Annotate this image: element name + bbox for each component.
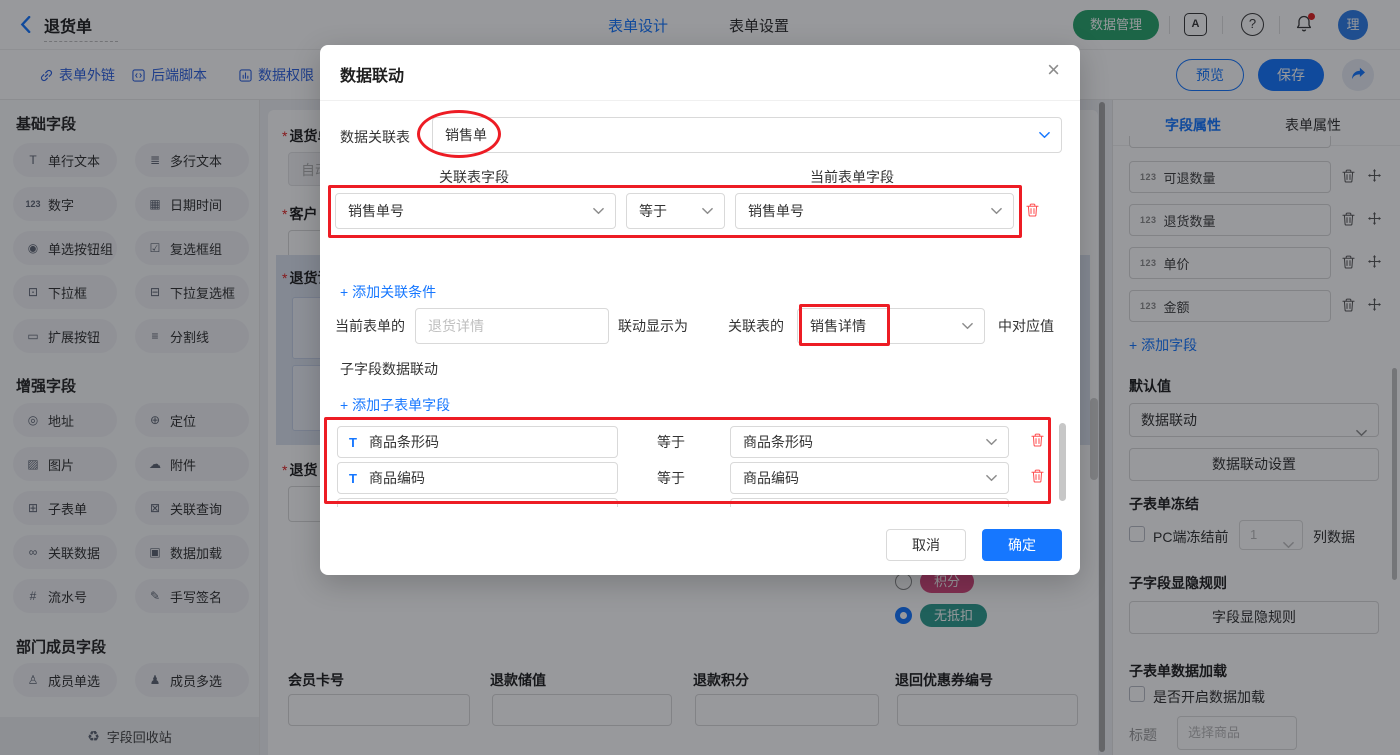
subfield-row-barcode[interactable]: T 商品条形码 <box>337 426 618 458</box>
subfield-linkage-title: 子字段数据联动 <box>340 359 438 379</box>
chevron-down-icon <box>593 207 604 215</box>
confirm-button[interactable]: 确定 <box>982 529 1062 561</box>
link-table-select[interactable]: 销售单 <box>432 117 1062 153</box>
display-row-suffix: 中对应值 <box>998 308 1054 344</box>
chevron-down-icon <box>986 474 997 482</box>
subfield-name: 商品编码 <box>369 463 425 494</box>
subfield-operator: 等于 <box>657 423 685 461</box>
condition-left-select[interactable]: 销售单号 <box>335 193 616 229</box>
chevron-down-icon <box>702 207 713 215</box>
subfield-row-partial <box>730 498 1009 507</box>
linked-table-field-value: 销售详情 <box>810 309 866 343</box>
add-subfield-link[interactable]: + 添加子表单字段 <box>340 395 450 415</box>
delete-subfield-trash-icon[interactable] <box>1031 469 1044 486</box>
display-row-prefix: 当前表单的 <box>335 308 405 344</box>
condition-right-value: 销售单号 <box>748 194 804 228</box>
chevron-down-icon <box>991 207 1002 215</box>
linked-table-field-select[interactable]: 销售详情 <box>797 308 985 344</box>
display-row-middle: 联动显示为 <box>618 308 688 344</box>
subfield-operator: 等于 <box>657 459 685 497</box>
chevron-down-icon <box>962 322 973 330</box>
cancel-button[interactable]: 取消 <box>886 529 966 561</box>
delete-condition-trash-icon[interactable] <box>1026 203 1039 220</box>
link-table-label: 数据关联表 <box>340 127 410 147</box>
data-linkage-modal: 数据联动 × 数据关联表 销售单 关联表字段 当前表单字段 销售单号 等于 销售… <box>320 45 1080 575</box>
add-condition-link[interactable]: + 添加关联条件 <box>340 282 436 302</box>
subfield-target-value: 商品编码 <box>743 463 799 493</box>
subfield-row-partial <box>337 498 618 507</box>
text-type-icon: T <box>349 463 357 494</box>
column-header-current-field: 当前表单字段 <box>810 167 894 187</box>
text-type-icon: T <box>349 427 357 458</box>
current-field-input[interactable]: 退货详情 <box>415 308 609 344</box>
delete-subfield-trash-icon[interactable] <box>1031 433 1044 450</box>
subfield-row-product-code[interactable]: T 商品编码 <box>337 462 618 494</box>
condition-operator-value: 等于 <box>639 194 667 228</box>
subfield-name: 商品条形码 <box>369 427 439 458</box>
subfield-target-select-product-code[interactable]: 商品编码 <box>730 462 1009 494</box>
modal-title: 数据联动 <box>340 62 404 86</box>
link-table-value: 销售单 <box>445 118 487 152</box>
linked-table-text: 关联表的 <box>728 308 784 344</box>
column-header-linked-field: 关联表字段 <box>439 167 509 187</box>
condition-right-select[interactable]: 销售单号 <box>735 193 1014 229</box>
modal-header-divider <box>320 100 1080 101</box>
subfield-target-select-barcode[interactable]: 商品条形码 <box>730 426 1009 458</box>
close-icon[interactable]: × <box>1047 57 1060 83</box>
condition-left-value: 销售单号 <box>348 194 404 228</box>
chevron-down-icon <box>986 438 997 446</box>
chevron-down-icon <box>1039 131 1050 139</box>
condition-operator-select[interactable]: 等于 <box>626 193 725 229</box>
subfield-target-value: 商品条形码 <box>743 427 813 457</box>
modal-scrollbar-thumb[interactable] <box>1059 423 1066 501</box>
